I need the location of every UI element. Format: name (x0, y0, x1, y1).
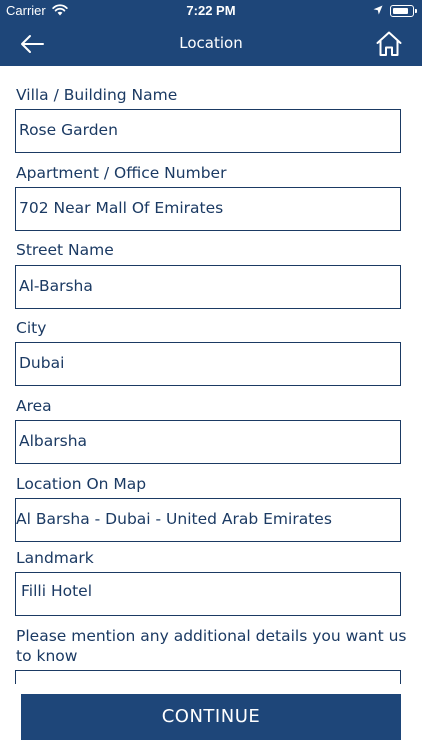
battery-icon (390, 5, 417, 17)
area-label: Area (16, 397, 52, 415)
apartment-number-field[interactable]: 702 Near Mall Of Emirates (15, 187, 401, 231)
home-icon[interactable] (375, 30, 403, 58)
location-on-map-label: Location On Map (16, 475, 147, 493)
location-arrow-icon (373, 5, 383, 15)
landmark-field[interactable]: Filli Hotel (15, 572, 401, 616)
page-title: Location (179, 34, 243, 52)
location-on-map-field[interactable]: Al Barsha - Dubai - United Arab Emirates (15, 498, 401, 542)
continue-button[interactable]: CONTINUE (21, 694, 401, 740)
building-name-label: Villa / Building Name (16, 86, 178, 104)
apartment-number-label: Apartment / Office Number (16, 164, 227, 182)
street-name-label: Street Name (16, 241, 114, 259)
city-field[interactable]: Dubai (15, 342, 401, 386)
status-bar: Carrier 7:22 PM (0, 0, 422, 22)
landmark-label: Landmark (16, 549, 94, 567)
city-label: City (16, 319, 47, 337)
area-field[interactable]: Albarsha (15, 420, 401, 464)
additional-details-label: Please mention any additional details yo… (16, 627, 407, 665)
status-time: 7:22 PM (186, 3, 236, 18)
building-name-field[interactable]: Rose Garden (15, 109, 401, 153)
additional-details-field[interactable] (15, 670, 401, 684)
nav-bar: Location (0, 22, 422, 66)
street-name-field[interactable]: Al-Barsha (15, 265, 401, 309)
